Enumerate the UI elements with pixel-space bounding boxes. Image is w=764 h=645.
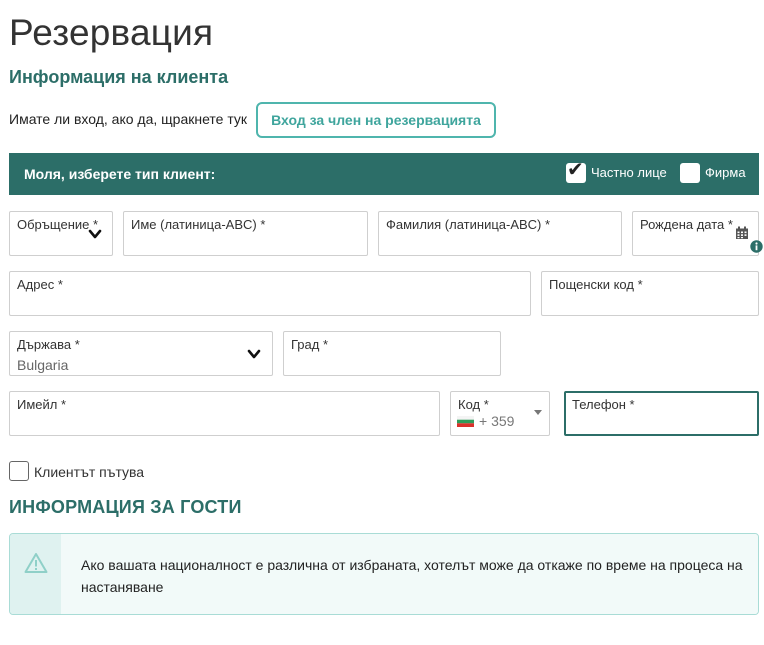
last-name-label: Фамилия (латиница-ABC) *: [386, 217, 551, 232]
first-name-field[interactable]: Име (латиница-ABC) *: [123, 211, 368, 256]
birth-date-field[interactable]: Рождена дата *: [632, 211, 759, 256]
login-prompt: Имате ли вход, ако да, щракнете тук: [9, 111, 248, 127]
client-info-heading: Информация на клиента: [9, 67, 229, 87]
checkmark-icon: ✔: [567, 159, 584, 181]
email-field[interactable]: Имейл *: [9, 391, 440, 436]
phone-code-select[interactable]: Код * + 359: [450, 391, 550, 436]
client-travels-checkbox[interactable]: [9, 461, 29, 481]
country-value: Bulgaria: [17, 357, 69, 373]
address-field[interactable]: Адрес *: [9, 271, 531, 316]
phone-code-value: + 359: [479, 413, 515, 429]
bulgaria-flag-icon: [457, 416, 474, 427]
email-label: Имейл *: [17, 397, 67, 412]
salutation-select[interactable]: Обръщение *: [9, 211, 113, 256]
salutation-label: Обръщение *: [17, 217, 99, 232]
city-label: Град *: [291, 337, 329, 352]
client-travels-label: Клиентът пътува: [34, 464, 145, 480]
client-type-bar: Моля, изберете тип клиент: ✔ Частно лице…: [9, 153, 759, 195]
calendar-icon[interactable]: [735, 226, 749, 240]
postal-code-field[interactable]: Пощенски код *: [541, 271, 759, 316]
city-field[interactable]: Град *: [283, 331, 501, 376]
client-type-label: Моля, изберете тип клиент:: [24, 166, 216, 182]
nationality-alert: Ако вашата националност е различна от из…: [9, 533, 759, 615]
warning-icon: [24, 553, 48, 573]
guest-info-heading: ИНФОРМАЦИЯ ЗА ГОСТИ: [9, 497, 242, 517]
address-label: Адрес *: [17, 277, 63, 292]
caret-down-icon: [534, 410, 542, 415]
country-label: Държава *: [17, 337, 80, 352]
alert-text: Ако вашата националност е различна от из…: [81, 557, 743, 595]
phone-field[interactable]: Телефон *: [564, 391, 759, 436]
birth-date-label: Рождена дата *: [640, 217, 733, 232]
phone-label: Телефон *: [572, 397, 635, 412]
company-label: Фирма: [705, 165, 746, 180]
last-name-field[interactable]: Фамилия (латиница-ABC) *: [378, 211, 622, 256]
country-select[interactable]: Държава * Bulgaria: [9, 331, 273, 376]
page-title: Резервация: [9, 12, 214, 53]
member-login-button[interactable]: Вход за член на резервацията: [256, 102, 496, 138]
company-checkbox[interactable]: [680, 163, 700, 183]
first-name-label: Име (латиница-ABC) *: [131, 217, 266, 232]
postal-code-label: Пощенски код *: [549, 277, 643, 292]
private-person-label: Частно лице: [591, 165, 667, 180]
chevron-down-icon: [88, 229, 102, 239]
info-icon[interactable]: [750, 240, 763, 253]
phone-code-label: Код *: [458, 397, 489, 412]
private-person-checkbox[interactable]: ✔: [566, 159, 586, 183]
chevron-down-icon: [247, 349, 261, 359]
